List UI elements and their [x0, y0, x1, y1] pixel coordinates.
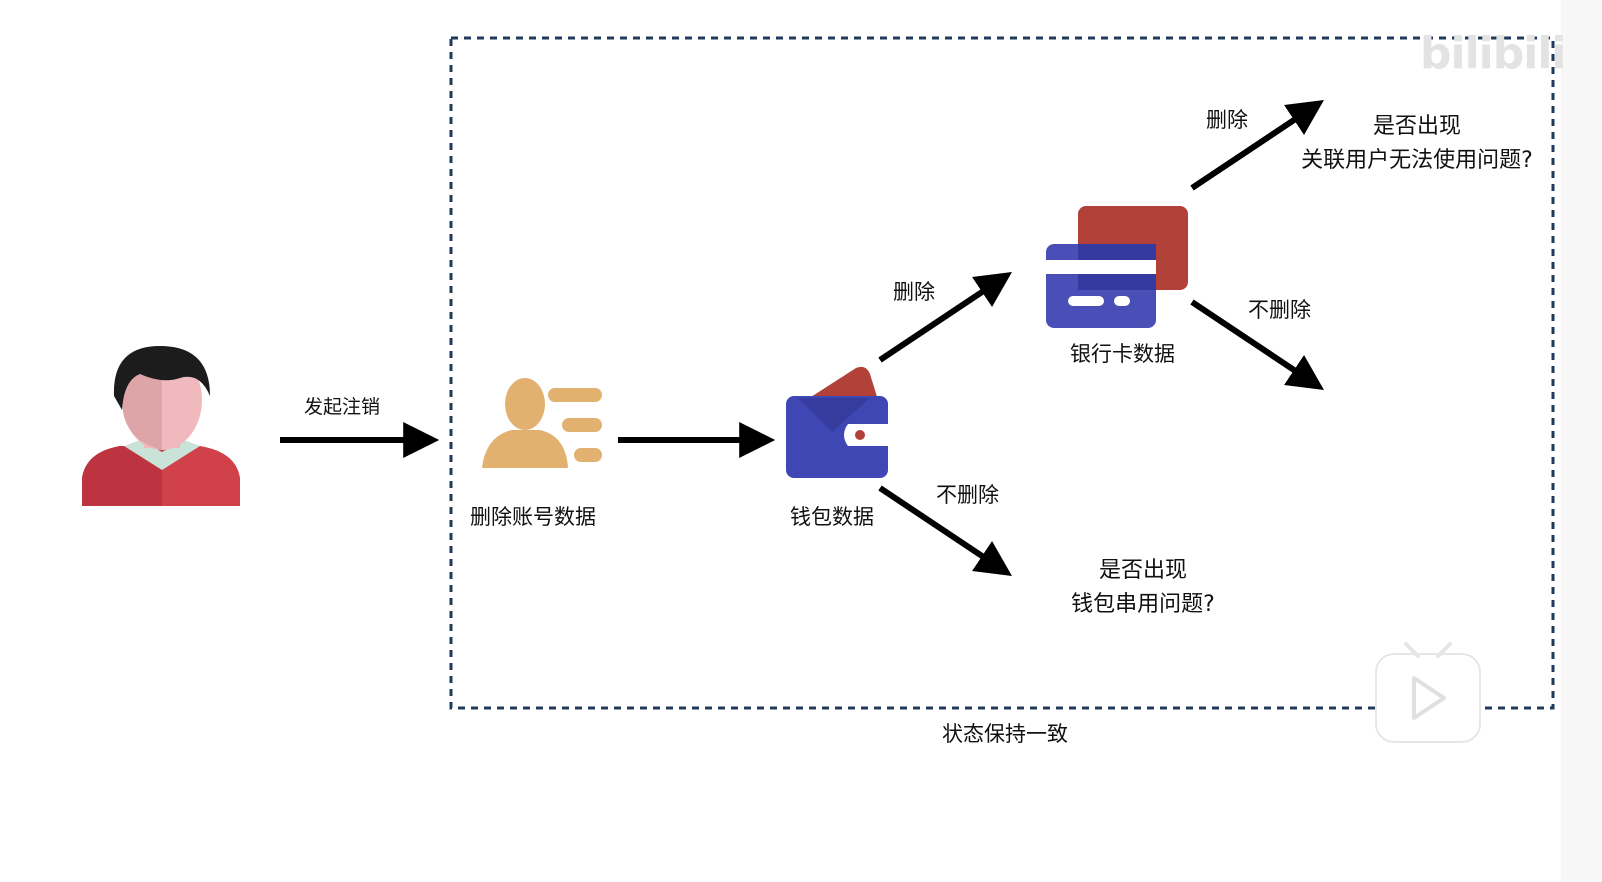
- label-nodelete-right: 不删除: [1248, 298, 1311, 322]
- label-wallet-data: 钱包数据: [790, 505, 874, 529]
- label-bankcard-data: 银行卡数据: [1070, 342, 1175, 366]
- play-badge-icon[interactable]: [1375, 642, 1481, 743]
- user-icon: [82, 346, 240, 506]
- label-initiate-cancel: 发起注销: [304, 396, 381, 418]
- question-linked-line1: 是否出现: [1372, 114, 1461, 139]
- account-delete-icon: [482, 378, 602, 468]
- question-linked-line2: 关联用户无法使用问题?: [1301, 148, 1533, 173]
- question-wallet-line1: 是否出现: [1098, 558, 1187, 583]
- label-delete-top: 删除: [1206, 108, 1248, 132]
- wallet-icon: [786, 366, 888, 478]
- bank-card-icon: [1046, 206, 1188, 328]
- label-nodelete-lower: 不删除: [936, 483, 999, 507]
- bilibili-watermark: bilibili: [1420, 28, 1566, 79]
- question-wallet-misuse: 是否出现 钱包串用问题?: [1060, 554, 1226, 622]
- right-scroll-area: [1561, 0, 1602, 882]
- label-delete-upper: 删除: [893, 280, 935, 304]
- diagram-canvas: bilibili 发起注销 删除账号数据 钱包数据 银行卡数据 删除 不删除 删…: [0, 0, 1602, 882]
- question-linked-users: 是否出现 关联用户无法使用问题?: [1288, 110, 1546, 178]
- question-wallet-line2: 钱包串用问题?: [1071, 592, 1215, 617]
- label-consistency: 状态保持一致: [942, 722, 1068, 746]
- label-delete-account: 删除账号数据: [470, 505, 596, 529]
